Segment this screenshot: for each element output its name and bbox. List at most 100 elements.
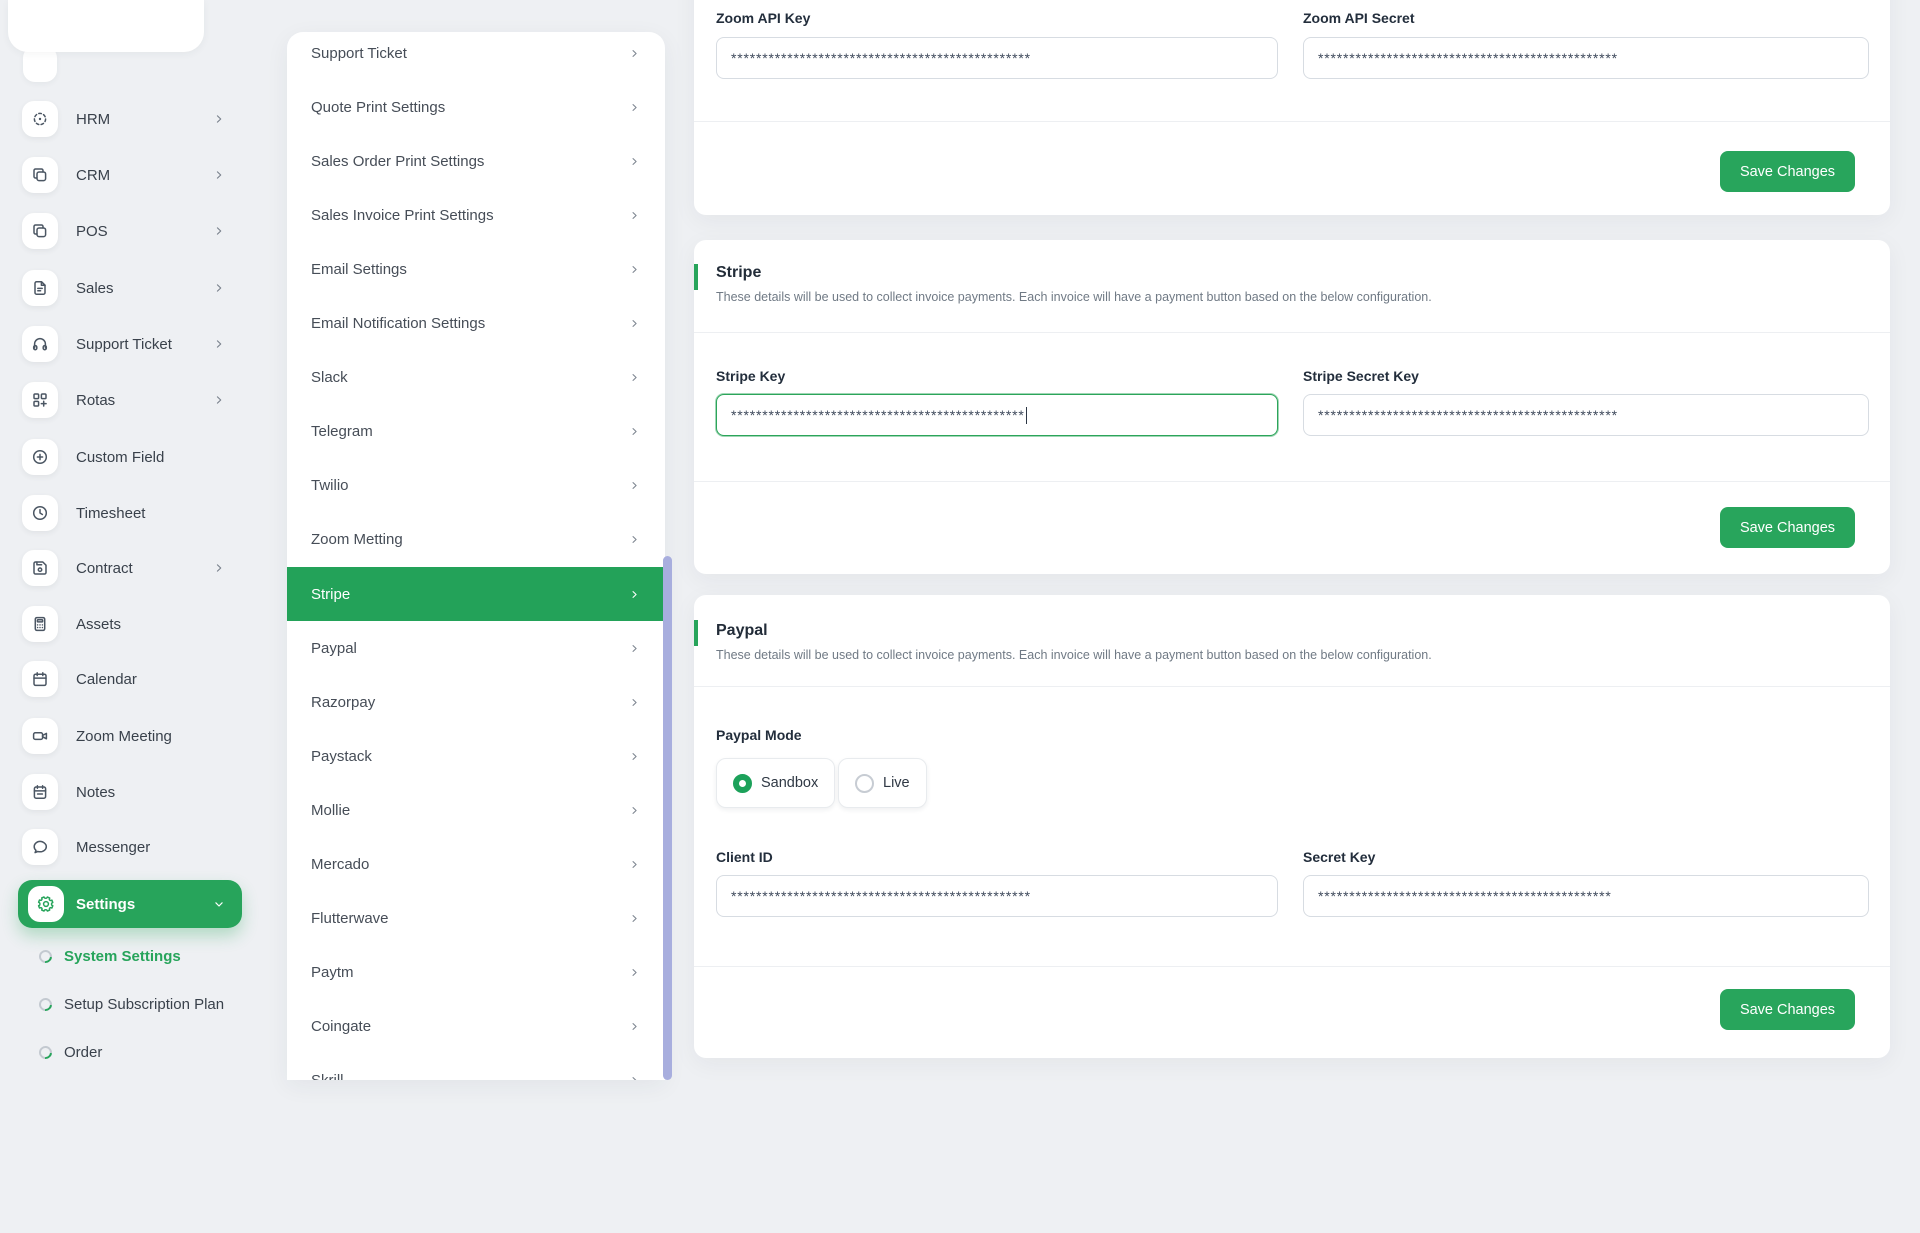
bullet-icon: [36, 946, 55, 966]
settings-menu-item-quote-print-settings[interactable]: Quote Print Settings: [287, 80, 665, 134]
sidebar-item-label: Contract: [76, 559, 133, 577]
sidebar-item-messenger[interactable]: Messenger: [0, 819, 246, 875]
menu-item-label: Twilio: [311, 476, 349, 494]
section-accent-bar: [694, 264, 698, 290]
settings-menu-item-paytm[interactable]: Paytm: [287, 945, 665, 999]
paypal-mode-live[interactable]: Live: [838, 758, 927, 808]
chevron-right-icon: [628, 263, 641, 276]
settings-menu-item-razorpay[interactable]: Razorpay: [287, 675, 665, 729]
sidebar-item-calendar[interactable]: Calendar: [0, 651, 246, 707]
menu-item-label: Razorpay: [311, 693, 376, 711]
sidebar-item-zoom-meeting[interactable]: Zoom Meeting: [0, 708, 246, 764]
divider: [694, 686, 1890, 687]
sidebar-item-pos[interactable]: POS: [0, 203, 246, 259]
settings-menu-item-mercado[interactable]: Mercado: [287, 837, 665, 891]
settings-menu-item-email-settings[interactable]: Email Settings: [287, 242, 665, 296]
sidebar-item-settings[interactable]: Settings: [18, 880, 242, 928]
sidebar-item-rotas[interactable]: Rotas: [0, 372, 246, 428]
save-button[interactable]: Save Changes: [1720, 989, 1855, 1030]
sidebar-item-label: Timesheet: [76, 504, 146, 522]
settings-menu-item-support-ticket[interactable]: Support Ticket: [287, 32, 665, 80]
sidebar-item-sales[interactable]: Sales: [0, 260, 246, 316]
sidebar-subitem-setup-subscription-plan[interactable]: Setup Subscription Plan: [0, 991, 246, 1017]
settings-menu-item-email-notification-settings[interactable]: Email Notification Settings: [287, 296, 665, 350]
settings-menu-item-flutterwave[interactable]: Flutterwave: [287, 891, 665, 945]
stripe-key-label: Stripe Key: [716, 368, 786, 384]
zoom-api-secret-input[interactable]: ****************************************…: [1303, 37, 1869, 79]
custom-field-icon: [22, 439, 58, 475]
rotas-icon: [22, 382, 58, 418]
sales-icon: [22, 270, 58, 306]
settings-menu-item-stripe[interactable]: Stripe: [287, 567, 665, 621]
settings-menu-panel: Support Ticket Quote Print Settings Sales …: [287, 32, 665, 1080]
menu-item-label: Paytm: [311, 963, 354, 981]
menu-item-label: Sales Invoice Print Settings: [311, 206, 494, 224]
section-description: These details will be used to collect in…: [716, 290, 1432, 304]
stripe-key-input[interactable]: ****************************************…: [716, 394, 1278, 436]
client-id-label: Client ID: [716, 849, 773, 865]
settings-menu-item-paystack[interactable]: Paystack: [287, 729, 665, 783]
divider: [694, 966, 1890, 967]
settings-menu-item-sales-order-print-settings[interactable]: Sales Order Print Settings: [287, 134, 665, 188]
sidebar-item-custom-field[interactable]: Custom Field: [0, 429, 246, 485]
settings-menu-item-coingate[interactable]: Coingate: [287, 999, 665, 1053]
sidebar-item-contract[interactable]: Contract: [0, 540, 246, 596]
stripe-secret-key-input[interactable]: ****************************************…: [1303, 394, 1869, 436]
sidebar-item-label: Messenger: [76, 838, 151, 856]
mode-label: Sandbox: [761, 775, 819, 791]
zoom-api-key-input[interactable]: ****************************************…: [716, 37, 1278, 79]
chevron-right-icon: [628, 804, 641, 817]
sidebar-item-notes[interactable]: Notes: [0, 764, 246, 820]
settings-menu-item-sales-invoice-print-settings[interactable]: Sales Invoice Print Settings: [287, 188, 665, 242]
stripe-settings-card: Stripe These details will be used to col…: [694, 240, 1890, 574]
settings-menu-item-slack[interactable]: Slack: [287, 350, 665, 404]
zoom-settings-card: Zoom API Key ****************************…: [694, 0, 1890, 215]
save-button[interactable]: Save Changes: [1720, 151, 1855, 192]
sidebar-item-support-ticket[interactable]: Support Ticket: [0, 316, 246, 372]
masked-value: ****************************************…: [1318, 50, 1618, 66]
client-id-input[interactable]: ****************************************…: [716, 875, 1278, 917]
settings-menu-item-zoom-metting[interactable]: Zoom Metting: [287, 512, 665, 566]
chevron-right-icon: [628, 588, 641, 601]
chevron-right-icon: [212, 168, 226, 182]
menu-item-label: Paypal: [311, 639, 357, 657]
menu-item-label: Flutterwave: [311, 909, 389, 927]
chevron-right-icon: [628, 858, 641, 871]
hrm-icon: [22, 101, 58, 137]
settings-menu-scrollbar[interactable]: [663, 556, 672, 1080]
sidebar-subitem-system-settings[interactable]: System Settings: [0, 943, 246, 969]
paypal-mode-sandbox[interactable]: Sandbox: [716, 758, 836, 808]
settings-menu-item-paypal[interactable]: Paypal: [287, 621, 665, 675]
menu-item-label: Stripe: [311, 585, 351, 603]
sidebar-item-timesheet[interactable]: Timesheet: [0, 485, 246, 541]
app-logo[interactable]: [8, 0, 204, 52]
sidebar-item-assets[interactable]: Assets: [0, 596, 246, 652]
chevron-right-icon: [628, 47, 641, 60]
save-button[interactable]: Save Changes: [1720, 507, 1855, 548]
main-sidebar: HRM CRM POS Sales Support Ticket Rotas Custom …: [0, 0, 246, 1080]
bullet-icon: [36, 994, 55, 1014]
zoom-api-key-label: Zoom API Key: [716, 10, 811, 26]
text-caret: [1025, 406, 1027, 424]
settings-menu-item-twilio[interactable]: Twilio: [287, 458, 665, 512]
secret-key-input[interactable]: ****************************************…: [1303, 875, 1869, 917]
chevron-right-icon: [628, 1074, 641, 1080]
settings-menu-item-telegram[interactable]: Telegram: [287, 404, 665, 458]
menu-item-label: Mercado: [311, 855, 370, 873]
sidebar-item-crm[interactable]: CRM: [0, 147, 246, 203]
sidebar-subitem-order[interactable]: Order: [0, 1039, 246, 1065]
masked-value: ****************************************…: [1318, 407, 1618, 423]
sidebar-item-label: POS: [76, 222, 108, 240]
sidebar-item-label: Calendar: [76, 670, 137, 688]
settings-menu-item-mollie[interactable]: Mollie: [287, 783, 665, 837]
sidebar-item-label: Assets: [76, 615, 122, 633]
chevron-right-icon: [212, 224, 226, 238]
settings-menu-item-skrill[interactable]: Skrill: [287, 1053, 665, 1080]
mode-label: Live: [883, 775, 910, 791]
paypal-settings-card: Paypal These details will be used to col…: [694, 595, 1890, 1058]
menu-item-label: Skrill: [311, 1071, 344, 1081]
sidebar-item-hrm[interactable]: HRM: [0, 91, 246, 147]
radio-unselected-icon: [855, 773, 874, 793]
menu-item-label: Quote Print Settings: [311, 98, 446, 116]
sidebar-item-label: Sales: [76, 279, 114, 297]
